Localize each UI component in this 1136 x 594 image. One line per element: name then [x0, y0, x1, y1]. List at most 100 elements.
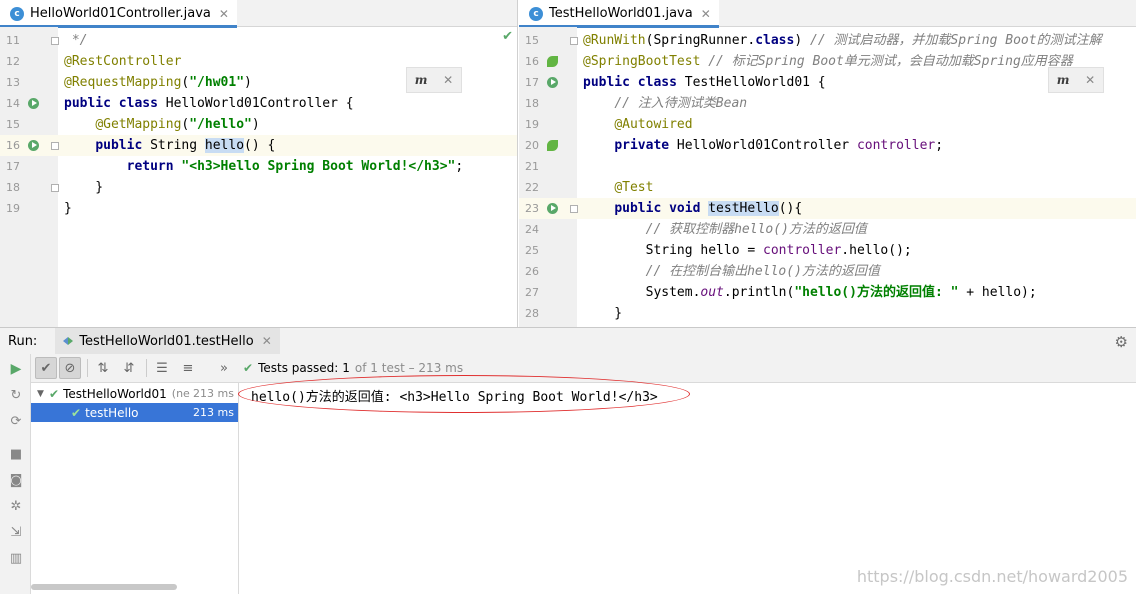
run-header: Run: TestHelloWorld01.testHello ✕ ⚙ [0, 328, 1136, 354]
right-code-area[interactable]: 15 @RunWith(SpringRunner.class) // 测试启动器，… [519, 30, 1136, 327]
console-line: hello()方法的返回值: <h3>Hello Spring Boot Wor… [251, 390, 658, 405]
line-number: 12 [6, 55, 20, 68]
code-line[interactable]: 11 */ [0, 30, 517, 51]
expand-all-icon[interactable]: ☰ [151, 357, 173, 379]
code-line[interactable]: 18 // 注入待测试类Bean [519, 93, 1136, 114]
collapse-all-icon[interactable]: ≡ [177, 357, 199, 379]
run-test-icon[interactable] [28, 98, 39, 109]
right-editor-pane[interactable]: c TestHelloWorld01.java ✕ 15 @RunWith(Spr… [519, 0, 1136, 327]
fold-icon[interactable] [570, 37, 578, 45]
code-text: } [64, 201, 72, 216]
pass-check-icon: ✔ [49, 386, 60, 401]
tree-row-suite[interactable]: ▼ ✔ TestHelloWorld01 (ne 213 ms [31, 384, 238, 403]
line-number: 27 [525, 286, 539, 299]
fold-icon[interactable] [51, 184, 59, 192]
run-tab-label: TestHelloWorld01.testHello [79, 333, 254, 349]
code-text: String hello = controller.hello(); [583, 243, 912, 258]
settings-icon[interactable]: ✲ [8, 498, 24, 514]
run-test-icon[interactable] [28, 140, 39, 151]
close-icon[interactable]: ✕ [443, 73, 453, 87]
code-text: @RequestMapping("/hw01") [64, 75, 252, 90]
suite-extra: (ne [171, 387, 190, 400]
tree-row-testhello[interactable]: ✔ testHello 213 ms [31, 403, 238, 422]
line-number: 22 [525, 181, 539, 194]
fold-icon[interactable] [51, 142, 59, 150]
code-text: public class HelloWorld01Controller { [64, 96, 354, 111]
fold-icon[interactable] [570, 205, 578, 213]
maven-reload-icon[interactable]: m [1057, 73, 1070, 87]
test-label: testHello [85, 405, 139, 420]
close-icon[interactable]: ✕ [1085, 73, 1095, 87]
run-config-tab[interactable]: TestHelloWorld01.testHello ✕ [55, 328, 280, 354]
trash-icon[interactable]: ▥ [8, 550, 24, 566]
sort-duration-icon[interactable]: ⇵ [118, 357, 140, 379]
code-line[interactable]: 19} [0, 198, 517, 219]
sort-alpha-icon[interactable]: ⇅ [92, 357, 114, 379]
line-number: 16 [6, 139, 20, 152]
suite-label: TestHelloWorld01 [63, 386, 167, 401]
stop-icon[interactable]: ■ [8, 446, 24, 462]
no-problems-check-icon: ✔ [502, 29, 513, 44]
line-number: 28 [525, 307, 539, 320]
line-number: 17 [6, 160, 20, 173]
code-line[interactable]: 26 // 在控制台输出hello()方法的返回值 [519, 261, 1136, 282]
test-tree[interactable]: ▼ ✔ TestHelloWorld01 (ne 213 ms ✔ testHe… [31, 383, 239, 594]
code-line[interactable]: 23 public void testHello(){ [519, 198, 1136, 219]
code-line[interactable]: 20 private HelloWorld01Controller contro… [519, 135, 1136, 156]
console-output[interactable]: hello()方法的返回值: <h3>Hello Spring Boot Wor… [239, 383, 1136, 594]
line-number: 16 [525, 55, 539, 68]
spring-bean-icon[interactable] [547, 140, 558, 151]
rerun-icon[interactable]: ▶ [8, 361, 24, 377]
code-line[interactable]: 27 System.out.println("hello()方法的返回值: " … [519, 282, 1136, 303]
code-line[interactable]: 28 } [519, 303, 1136, 324]
code-line[interactable]: 15 @RunWith(SpringRunner.class) // 测试启动器，… [519, 30, 1136, 51]
test-config-icon [63, 336, 74, 346]
line-number: 13 [6, 76, 20, 89]
line-number: 18 [525, 97, 539, 110]
class-icon: c [529, 6, 543, 21]
maven-reload-icon[interactable]: m [415, 73, 428, 87]
rerun-failed-icon[interactable]: ↻ [8, 387, 24, 403]
left-editor-pane[interactable]: c HelloWorld01Controller.java ✕ 11 */ 12 @… [0, 0, 518, 327]
toggle-auto-test-icon[interactable]: ⟳ [8, 413, 24, 429]
line-number: 26 [525, 265, 539, 278]
line-number: 14 [6, 97, 20, 110]
line-number: 19 [525, 118, 539, 131]
code-line[interactable]: 22 @Test [519, 177, 1136, 198]
code-line[interactable]: 17 public class TestHelloWorld01 { [519, 72, 1136, 93]
close-icon[interactable]: ✕ [219, 7, 229, 21]
code-line[interactable]: 24 // 获取控制器hello()方法的返回值 [519, 219, 1136, 240]
code-line[interactable]: 17 return "<h3>Hello Spring Boot World!<… [0, 156, 517, 177]
tests-passed-label: Tests passed: [258, 361, 339, 375]
code-text: return "<h3>Hello Spring Boot World!</h3… [126, 159, 464, 174]
fold-icon[interactable] [51, 37, 59, 45]
camera-icon[interactable]: ◙ [8, 472, 24, 488]
code-line[interactable]: 18 } [0, 177, 517, 198]
line-number: 15 [525, 34, 539, 47]
tab-testhelloworld01[interactable]: c TestHelloWorld01.java ✕ [519, 0, 719, 28]
run-side-toolbar: ▶ ↻ ⟳ ■ ◙ ✲ ⇲ ▥ [0, 354, 31, 594]
code-line[interactable]: 14 public class HelloWorld01Controller { [0, 93, 517, 114]
chevron-down-icon[interactable]: ▼ [37, 389, 49, 399]
tab-helloworld01controller[interactable]: c HelloWorld01Controller.java ✕ [0, 0, 237, 28]
horizontal-scrollbar[interactable] [31, 584, 177, 590]
more-chevron-icon[interactable]: » [213, 357, 235, 379]
code-line[interactable]: 21 [519, 156, 1136, 177]
close-icon[interactable]: ✕ [262, 334, 272, 348]
show-ignored-icon[interactable]: ⊘ [59, 357, 81, 379]
code-line[interactable]: 25 String hello = controller.hello(); [519, 240, 1136, 261]
code-text: // 获取控制器hello()方法的返回值 [645, 222, 867, 237]
run-test-icon[interactable] [547, 203, 558, 214]
code-line[interactable]: 16 @SpringBootTest // 标记Spring Boot单元测试，会… [519, 51, 1136, 72]
spring-bean-icon[interactable] [547, 56, 558, 67]
import-tests-icon[interactable]: ⇲ [8, 524, 24, 540]
code-line[interactable]: 16 public String hello() { [0, 135, 517, 156]
show-passed-icon[interactable]: ✔ [35, 357, 57, 379]
maven-reload-popup[interactable]: m ✕ [1048, 67, 1104, 93]
gear-icon[interactable]: ⚙ [1115, 333, 1128, 351]
run-test-icon[interactable] [547, 77, 558, 88]
close-icon[interactable]: ✕ [701, 7, 711, 21]
maven-reload-popup[interactable]: m ✕ [406, 67, 462, 93]
code-line[interactable]: 15 @GetMapping("/hello") [0, 114, 517, 135]
code-line[interactable]: 19 @Autowired [519, 114, 1136, 135]
